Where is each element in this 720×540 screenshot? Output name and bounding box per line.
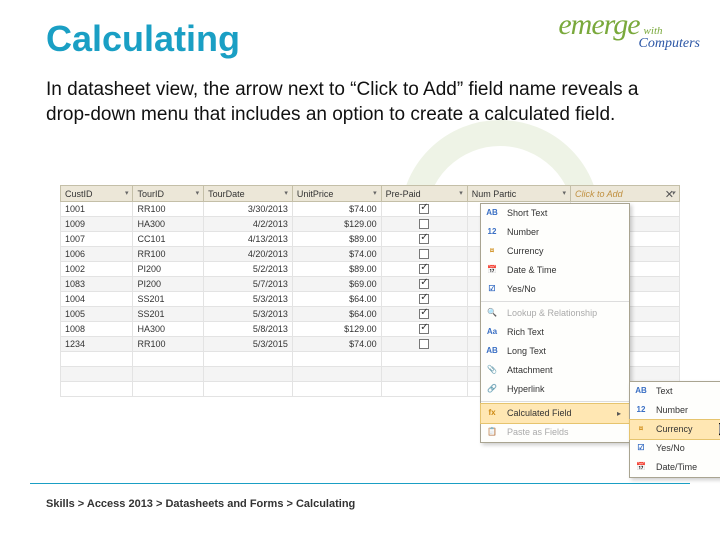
menu-item[interactable]: ABLong Text (481, 342, 629, 361)
menu-item[interactable]: 📎Attachment (481, 361, 629, 380)
checkbox-icon[interactable] (419, 219, 429, 229)
column-header[interactable]: TourID▾ (133, 186, 204, 202)
calculated-field-submenu[interactable]: ABText12Number¤Currency☑Yes/No📅Date/Time (629, 381, 720, 478)
checkbox-icon[interactable] (419, 249, 429, 259)
checkbox-icon[interactable] (419, 264, 429, 274)
menu-item[interactable]: ¤Currency (481, 242, 629, 261)
checkbox-icon[interactable] (419, 234, 429, 244)
menu-item[interactable]: ☑Yes/No (630, 439, 720, 458)
page-title: Calculating (46, 18, 240, 60)
close-icon[interactable]: ✕ (665, 188, 674, 201)
menu-item[interactable]: 📅Date & Time (481, 261, 629, 280)
column-header[interactable]: TourDate▾ (204, 186, 293, 202)
menu-item[interactable]: ☑Yes/No (481, 280, 629, 299)
menu-item[interactable]: fxCalculated Field▸ (480, 403, 630, 424)
field-type-menu[interactable]: ABShort Text12Number¤Currency📅Date & Tim… (480, 203, 630, 443)
breadcrumb: Skills > Access 2013 > Datasheets and Fo… (46, 498, 355, 510)
checkbox-icon[interactable] (419, 324, 429, 334)
column-header[interactable]: UnitPrice▾ (292, 186, 381, 202)
footer-divider (30, 483, 690, 484)
menu-item[interactable]: 🔗Hyperlink (481, 380, 629, 399)
menu-item: 🔍Lookup & Relationship (481, 304, 629, 323)
menu-item[interactable]: ABText (630, 382, 720, 401)
logo-tag2: Computers (639, 37, 700, 51)
checkbox-icon[interactable] (419, 204, 429, 214)
body-paragraph: In datasheet view, the arrow next to “Cl… (46, 78, 660, 127)
click-to-add-header[interactable]: Click to Add▾ (570, 186, 679, 202)
checkbox-icon[interactable] (419, 309, 429, 319)
menu-item[interactable]: 📅Date/Time (630, 458, 720, 477)
column-header[interactable]: CustID▾ (61, 186, 133, 202)
column-header[interactable]: Pre-Paid▾ (381, 186, 467, 202)
logo-brand: emerge (558, 8, 639, 42)
checkbox-icon[interactable] (419, 339, 429, 349)
menu-item[interactable]: ABShort Text (481, 204, 629, 223)
menu-item[interactable]: ¤Currency (629, 419, 720, 440)
brand-logo: emerge with Computers (558, 8, 700, 51)
menu-item[interactable]: 12Number (481, 223, 629, 242)
column-header[interactable]: Num Partic▾ (467, 186, 570, 202)
datasheet-screenshot: ✕ CustID▾TourID▾TourDate▾UnitPrice▾Pre-P… (60, 185, 680, 415)
menu-item: 📋Paste as Fields (481, 423, 629, 442)
checkbox-icon[interactable] (419, 279, 429, 289)
checkbox-icon[interactable] (419, 294, 429, 304)
menu-item[interactable]: AaRich Text (481, 323, 629, 342)
menu-item[interactable]: 12Number (630, 401, 720, 420)
